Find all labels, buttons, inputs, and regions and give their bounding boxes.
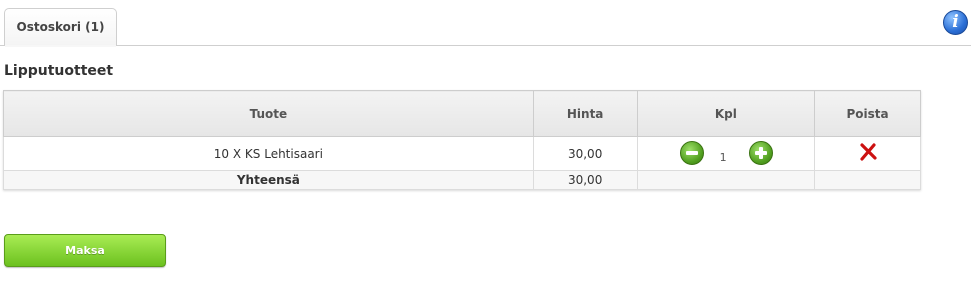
tab-bar: Ostoskori (1) i (0, 0, 971, 47)
product-price: 30,00 (532, 136, 638, 171)
table-row: 10 X KS Lehtisaari 30,00 1 (3, 136, 921, 171)
total-value: 30,00 (532, 170, 638, 190)
section-title: Lipputuotteet (4, 63, 114, 79)
minus-circle-icon[interactable] (679, 141, 704, 165)
remove-cell (814, 136, 921, 171)
total-row: Yhteensä 30,00 (3, 170, 921, 190)
product-name: 10 X KS Lehtisaari (3, 136, 534, 171)
header-remove: Poista (814, 90, 921, 137)
header-product: Tuote (3, 90, 534, 137)
remove-x-icon[interactable] (859, 143, 877, 164)
cart-table: Tuote Hinta Kpl Poista 10 X KS Lehtisaar… (3, 90, 921, 190)
total-label: Yhteensä (3, 170, 534, 190)
info-icon[interactable]: i (943, 10, 968, 35)
tab-divider (0, 45, 971, 46)
table-header-row: Tuote Hinta Kpl Poista (3, 90, 921, 137)
header-quantity: Kpl (636, 90, 816, 137)
quantity-value: 1 (719, 151, 727, 164)
plus-circle-icon[interactable] (748, 141, 773, 165)
quantity-stepper: 1 (636, 136, 816, 171)
tab-shopping-cart[interactable]: Ostoskori (1) (4, 8, 117, 46)
pay-button[interactable]: Maksa (4, 234, 166, 267)
header-price: Hinta (532, 90, 638, 137)
